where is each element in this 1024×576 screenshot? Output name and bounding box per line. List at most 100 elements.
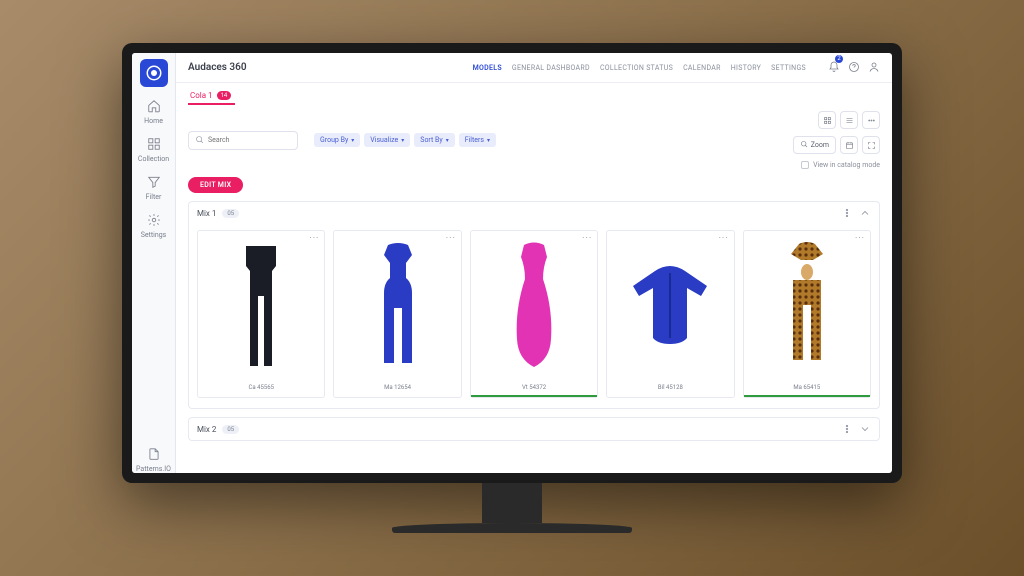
nav-collection-status[interactable]: COLLECTION STATUS	[600, 64, 673, 72]
garment-thumb	[334, 231, 460, 381]
view-grid-button[interactable]	[818, 111, 836, 129]
account-button[interactable]	[868, 58, 880, 77]
tab-count: 14	[217, 91, 232, 100]
sidebar-item-label: Home	[144, 117, 163, 125]
chip-filters[interactable]: Filters▾	[459, 133, 496, 147]
model-label: Vt 54372	[471, 381, 597, 395]
nav-calendar[interactable]: CALENDAR	[683, 64, 721, 72]
card-more-icon[interactable]: ···	[582, 234, 592, 244]
mix-block-1: Mix 1 05 ···	[188, 201, 880, 409]
catalog-mode-toggle[interactable]: View in catalog mode	[801, 161, 880, 169]
more-vertical-icon[interactable]	[841, 207, 853, 219]
content-area: Cola 1 14 Group By▾ Visualize▾	[176, 83, 892, 473]
view-more-button[interactable]	[862, 111, 880, 129]
app-title: Audaces 360	[188, 62, 247, 73]
model-card[interactable]: ··· Vt 54372	[470, 230, 598, 398]
notification-count: 2	[835, 55, 843, 63]
mix-block-2: Mix 2 05	[188, 417, 880, 441]
sidebar-item-label: Patterns.IO	[136, 465, 171, 473]
sidebar-item-settings[interactable]: Settings	[141, 213, 167, 239]
search-icon	[195, 135, 204, 146]
card-more-icon[interactable]: ···	[719, 234, 729, 244]
view-list-button[interactable]	[840, 111, 858, 129]
grid-large-icon	[823, 116, 832, 125]
gear-icon	[147, 213, 161, 229]
toolbar: Group By▾ Visualize▾ Sort By▾ Filters▾	[188, 111, 880, 169]
search-input[interactable]	[208, 136, 297, 144]
model-label: Bil 45128	[607, 381, 733, 395]
mix-count: 05	[222, 209, 239, 218]
tab-label: Cola 1	[190, 91, 213, 100]
card-more-icon[interactable]: ···	[446, 234, 456, 244]
nav-general-dashboard[interactable]: GENERAL DASHBOARD	[512, 64, 590, 72]
chevron-up-icon[interactable]	[859, 207, 871, 219]
garment-thumb	[198, 231, 324, 381]
more-horizontal-icon	[867, 116, 876, 125]
model-card[interactable]: ··· Bil 45128	[606, 230, 734, 398]
calendar-icon	[845, 141, 854, 150]
collection-tabs: Cola 1 14	[188, 91, 880, 105]
status-approved	[471, 395, 597, 397]
model-label: Ma 65415	[744, 381, 870, 395]
zoom-button[interactable]: Zoom	[793, 136, 836, 154]
mix-count: 05	[222, 425, 239, 434]
card-more-icon[interactable]: ···	[309, 234, 319, 244]
app-logo[interactable]	[140, 59, 168, 87]
main-panel: Audaces 360 MODELS GENERAL DASHBOARD COL…	[176, 53, 892, 473]
sidebar-item-label: Filter	[146, 193, 162, 201]
checkbox-icon	[801, 161, 809, 169]
chip-group-by[interactable]: Group By▾	[314, 133, 360, 147]
expand-icon	[867, 141, 876, 150]
chevron-down-icon: ▾	[401, 137, 404, 144]
file-icon	[147, 447, 161, 463]
model-label: Ca 45565	[198, 381, 324, 395]
nav-settings[interactable]: SETTINGS	[771, 64, 806, 72]
chip-sort-by[interactable]: Sort By▾	[414, 133, 454, 147]
model-card[interactable]: ··· Ma 654	[743, 230, 871, 398]
top-bar: Audaces 360 MODELS GENERAL DASHBOARD COL…	[176, 53, 892, 83]
expand-button[interactable]	[862, 136, 880, 154]
sidebar-item-home[interactable]: Home	[144, 99, 163, 125]
sidebar-item-label: Collection	[138, 155, 169, 163]
sidebar-item-patterns[interactable]: Patterns.IO	[136, 447, 171, 473]
edit-mix-button[interactable]: EDIT MIX	[188, 177, 243, 193]
more-vertical-icon[interactable]	[841, 423, 853, 435]
sidebar-item-filter[interactable]: Filter	[146, 175, 162, 201]
chevron-down-icon: ▾	[487, 137, 490, 144]
status-approved	[744, 395, 870, 397]
home-icon	[147, 99, 161, 115]
chevron-down-icon: ▾	[446, 137, 449, 144]
user-icon	[868, 61, 880, 73]
mix-title: Mix 1	[197, 209, 216, 218]
model-label: Ma 12654	[334, 381, 460, 395]
nav-models[interactable]: MODELS	[473, 64, 502, 72]
tab-active[interactable]: Cola 1 14	[188, 91, 235, 105]
card-more-icon[interactable]: ···	[855, 234, 865, 244]
model-card[interactable]: ··· Ca 45565	[197, 230, 325, 398]
nav-history[interactable]: HISTORY	[731, 64, 761, 72]
garment-thumb	[607, 231, 733, 381]
garment-thumb	[471, 231, 597, 381]
chip-visualize[interactable]: Visualize▾	[364, 133, 410, 147]
chip-group: Group By▾ Visualize▾ Sort By▾ Filters▾	[314, 133, 496, 147]
chevron-down-icon: ▾	[351, 137, 354, 144]
zoom-icon	[800, 140, 808, 150]
sidebar-item-label: Settings	[141, 231, 167, 239]
chevron-down-icon[interactable]	[859, 423, 871, 435]
help-button[interactable]	[848, 58, 860, 77]
mix-title: Mix 2	[197, 425, 216, 434]
help-icon	[848, 61, 860, 73]
top-nav: MODELS GENERAL DASHBOARD COLLECTION STAT…	[473, 64, 806, 72]
funnel-icon	[147, 175, 161, 191]
sidebar-item-collection[interactable]: Collection	[138, 137, 169, 163]
calendar-button[interactable]	[840, 136, 858, 154]
card-row: ··· Ca 45565 ···	[189, 224, 879, 408]
model-card[interactable]: ··· Ma 12654	[333, 230, 461, 398]
garment-thumb	[744, 231, 870, 381]
list-icon	[845, 116, 854, 125]
grid-icon	[147, 137, 161, 153]
left-sidebar: Home Collection Filter Settings	[132, 53, 176, 473]
app-screen: Home Collection Filter Settings	[132, 53, 892, 473]
notifications-button[interactable]: 2	[828, 58, 840, 77]
search-box[interactable]	[188, 131, 298, 150]
